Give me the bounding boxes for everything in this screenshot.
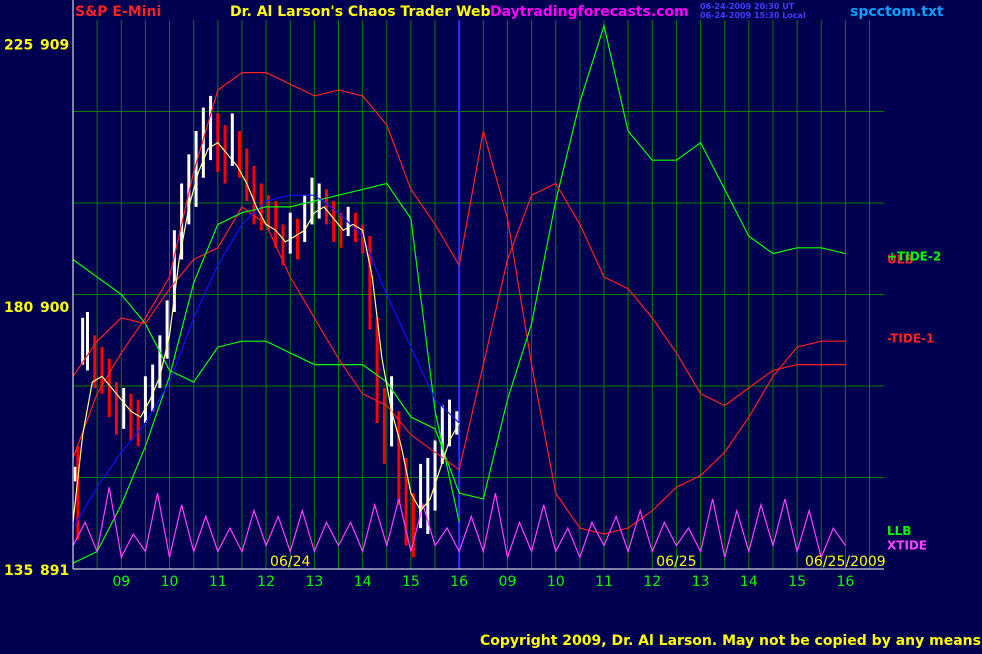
x-tick-label: 14 (740, 574, 758, 590)
x-tick-label: 13 (305, 574, 323, 590)
x-tick-label: 10 (161, 574, 179, 590)
chart-filename: spcctom.txt (850, 4, 944, 20)
x-tick-label: 12 (643, 574, 661, 590)
chart-instrument: S&P E-Mini (75, 4, 161, 20)
x-tick-label: 09 (499, 574, 517, 590)
x-tick-label: 13 (692, 574, 710, 590)
grid-layer (73, 20, 884, 569)
label-layer: ULB+TIDE-2-TIDE-1LLBXTIDE225 909180 900135… (4, 37, 941, 590)
chart-canvas: ULB+TIDE-2-TIDE-1LLBXTIDE225 909180 900135… (4, 0, 982, 649)
chart-root: ULB +TIDE-2 -TIDE-1 LLB XTIDE 225 909 180 900 135… (0, 0, 982, 650)
x-tick-label: 10 (547, 574, 565, 590)
y-tick-label-left: 135 (4, 563, 33, 579)
chart-site-title: Dr. Al Larson's Chaos Trader Web (230, 4, 491, 20)
x-tick-label: 16 (836, 574, 854, 590)
chart-timestamp-local: 06-24-2009 15:30 Local (700, 11, 806, 20)
y-tick-label-price: 900 (40, 300, 69, 316)
x-tick-label: 11 (595, 574, 613, 590)
chart-site-url[interactable]: Daytradingforecasts.com (490, 4, 689, 20)
series-label-tide-1: -TIDE-1 (887, 331, 934, 345)
y-tick-label-price: 909 (40, 37, 69, 53)
x-tick-label: 16 (450, 574, 468, 590)
series-label-llb: LLB (887, 524, 911, 538)
chart-copyright: Copyright 2009, Dr. Al Larson. May not b… (480, 633, 982, 649)
y-tick-label-left: 225 (4, 37, 33, 53)
y-tick-label-left: 180 (4, 300, 33, 316)
x-tick-label: 15 (402, 574, 420, 590)
axis-layer (72, 0, 884, 570)
date-label: 06/25/2009 (805, 554, 886, 570)
x-tick-label: 12 (257, 574, 275, 590)
x-tick-label: 15 (788, 574, 806, 590)
x-tick-label: 11 (209, 574, 227, 590)
date-label: 06/25 (656, 554, 696, 570)
x-tick-label: 09 (112, 574, 130, 590)
y-tick-label-price: 891 (40, 563, 69, 579)
x-tick-label: 14 (354, 574, 372, 590)
date-label: 06/24 (270, 554, 310, 570)
chart-timestamp-ut: 06-24-2009 20:30 UT (700, 2, 795, 11)
series-label-tide-2: +TIDE-2 (887, 250, 941, 264)
series-label-xtide: XTIDE (887, 539, 927, 553)
